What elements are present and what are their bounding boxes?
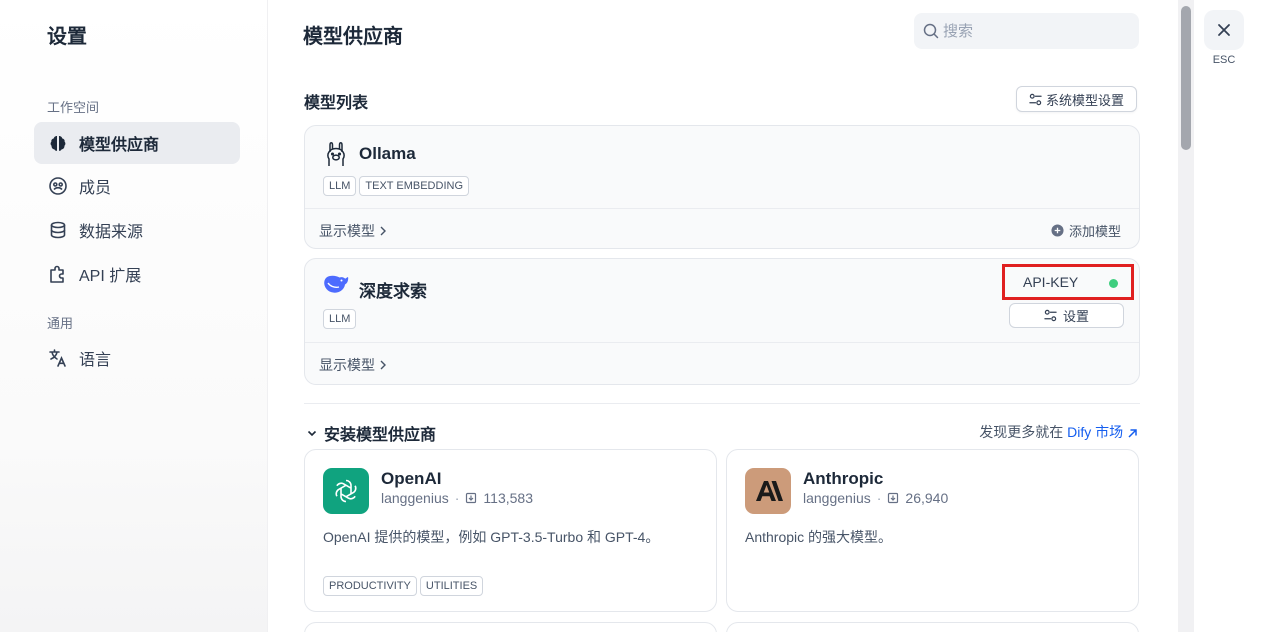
card-divider <box>305 342 1139 343</box>
provider-name: 深度求索 <box>359 282 427 301</box>
chevron-right-icon <box>379 360 387 370</box>
provider-card-ollama: Ollama LLM TEXT EMBEDDING 显示模型 添加模型 <box>304 125 1140 249</box>
close-icon <box>1217 23 1231 37</box>
provider-tags: LLM TEXT EMBEDDING <box>323 176 472 196</box>
sidebar-item-model-providers[interactable]: 模型供应商 <box>34 122 240 164</box>
plugin-name: OpenAI <box>381 469 442 488</box>
sidebar-item-label: 成员 <box>79 180 112 197</box>
sidebar-title: 设置 <box>47 26 87 48</box>
add-model-button[interactable]: 添加模型 <box>1051 221 1121 240</box>
system-model-settings-button[interactable]: 系统模型设置 <box>1016 86 1137 112</box>
workspace-group-label: 工作空间 <box>47 100 100 115</box>
close-button[interactable] <box>1204 10 1244 50</box>
plugin-downloads: 113,583 <box>483 490 533 506</box>
install-providers-title: 安装模型供应商 <box>324 427 437 444</box>
search-box[interactable] <box>914 13 1139 49</box>
section-divider <box>304 403 1140 404</box>
plugin-author: langgenius <box>381 490 449 506</box>
tag-productivity: PRODUCTIVITY <box>323 576 417 596</box>
page-title: 模型供应商 <box>303 26 403 48</box>
show-models-label: 显示模型 <box>319 357 375 373</box>
plugin-name: Anthropic <box>803 469 884 488</box>
show-models-button[interactable]: 显示模型 <box>319 221 387 241</box>
plugin-downloads: 26,940 <box>905 490 949 506</box>
database-icon <box>48 220 68 240</box>
api-key-label: API-KEY <box>1023 274 1079 290</box>
plus-circle-icon <box>1051 224 1064 237</box>
anthropic-logo-icon <box>745 468 791 514</box>
sidebar-item-label: 数据来源 <box>79 224 144 241</box>
sidebar-item-api-extensions[interactable]: API 扩展 <box>34 253 240 295</box>
sidebar-item-data-sources[interactable]: 数据来源 <box>34 209 240 251</box>
general-group-label: 通用 <box>47 316 74 331</box>
brain-icon <box>48 133 68 153</box>
search-icon <box>923 23 939 39</box>
download-icon <box>887 492 899 504</box>
download-icon <box>465 492 477 504</box>
plugin-meta: langgenius · 26,940 <box>803 490 949 506</box>
sidebar-item-label: 模型供应商 <box>79 137 160 154</box>
plugin-card-partial[interactable] <box>304 622 717 632</box>
main-content: 模型供应商 模型列表 系统模型设置 Ollama LLMTEXT EMBEDDI… <box>268 0 1194 632</box>
openai-logo-icon <box>323 468 369 514</box>
provider-name: Ollama <box>359 144 416 163</box>
system-model-settings-label: 系统模型设置 <box>1045 92 1124 108</box>
marketplace-link[interactable]: 发现更多就在 Dify 市场 <box>979 422 1138 442</box>
plugin-author: langgenius <box>803 490 871 506</box>
tag-utilities: UTILITIES <box>419 576 484 596</box>
esc-label: ESC <box>1212 54 1236 66</box>
chevron-right-icon <box>379 226 387 236</box>
members-icon <box>48 176 68 196</box>
add-model-label: 添加模型 <box>1068 224 1121 239</box>
sidebar-item-members[interactable]: 成员 <box>34 165 240 207</box>
scrollbar-thumb[interactable] <box>1181 6 1191 150</box>
tag-text-embedding: TEXT EMBEDDING <box>359 176 469 196</box>
sliders-icon <box>1044 309 1057 322</box>
status-indicator-dot <box>1109 279 1118 288</box>
ollama-logo-icon <box>325 140 347 173</box>
api-key-status[interactable]: API-KEY <box>1002 264 1134 300</box>
market-prefix: 发现更多就在 <box>979 424 1064 440</box>
plugin-card-anthropic[interactable]: Anthropic langgenius · 26,940 Anthropic … <box>726 449 1139 612</box>
market-link-text: Dify 市场 <box>1067 424 1124 440</box>
search-input[interactable] <box>943 22 1123 40</box>
plugin-card-partial[interactable] <box>726 622 1139 632</box>
provider-settings-button[interactable]: 设置 <box>1009 303 1124 328</box>
plugin-tags: PRODUCTIVITY UTILITIES <box>323 576 486 596</box>
provider-tags: LLM <box>323 309 359 329</box>
model-list-title: 模型列表 <box>304 95 369 112</box>
translate-icon <box>48 348 68 368</box>
tag-llm: LLM <box>323 176 357 196</box>
puzzle-icon <box>48 264 68 284</box>
sliders-icon <box>1029 93 1042 106</box>
sidebar-item-label: API 扩展 <box>79 268 142 285</box>
show-models-label: 显示模型 <box>319 223 375 239</box>
plugin-description: OpenAI 提供的模型，例如 GPT-3.5-Turbo 和 GPT-4。 <box>323 529 660 545</box>
show-models-button[interactable]: 显示模型 <box>319 355 387 375</box>
settings-sidebar: 设置 工作空间 模型供应商 成员 数据来源 API 扩展 通用 语言 <box>0 0 268 632</box>
install-providers-toggle[interactable]: 安装模型供应商 <box>306 421 436 445</box>
arrow-up-right-icon <box>1127 428 1138 439</box>
plugin-description: Anthropic 的强大模型。 <box>745 529 893 545</box>
card-divider <box>305 208 1139 209</box>
provider-card-deepseek: 深度求索 LLM API-KEY 设置 显示模型 <box>304 258 1140 385</box>
chevron-down-icon <box>306 427 318 439</box>
plugin-card-openai[interactable]: OpenAI langgenius · 113,583 OpenAI 提供的模型… <box>304 449 717 612</box>
plugin-meta: langgenius · 113,583 <box>381 490 533 506</box>
sidebar-item-language[interactable]: 语言 <box>34 337 240 379</box>
sidebar-item-label: 语言 <box>79 352 112 369</box>
deepseek-whale-icon <box>322 274 350 301</box>
tag-llm: LLM <box>323 309 357 329</box>
provider-settings-label: 设置 <box>1062 309 1089 324</box>
